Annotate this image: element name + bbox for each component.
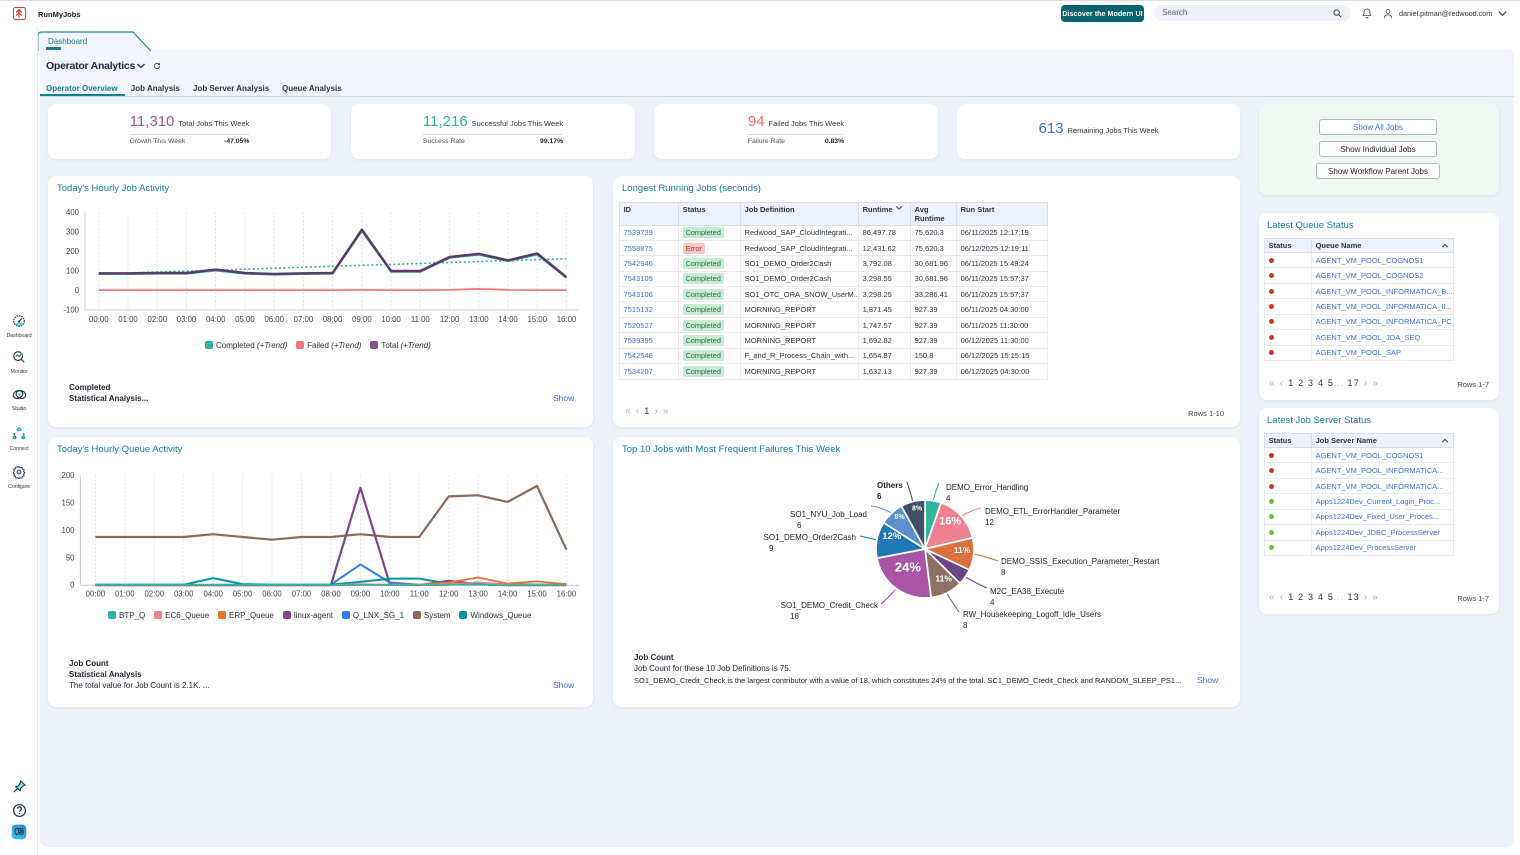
svg-text:01:00: 01:00 <box>115 590 135 599</box>
svg-text:4: 4 <box>990 598 995 607</box>
svg-text:11%: 11% <box>954 545 971 555</box>
svg-text:05:00: 05:00 <box>233 590 253 599</box>
svg-text:02:00: 02:00 <box>148 315 168 324</box>
svg-text:4: 4 <box>946 494 951 503</box>
svg-text:0: 0 <box>75 286 80 295</box>
svg-text:14:00: 14:00 <box>498 590 518 599</box>
svg-text:11:00: 11:00 <box>411 315 431 324</box>
svg-text:M2C_EA38_Execute: M2C_EA38_Execute <box>990 587 1065 596</box>
svg-text:15:00: 15:00 <box>527 590 547 599</box>
svg-text:03:00: 03:00 <box>174 590 194 599</box>
svg-text:01:00: 01:00 <box>118 315 138 324</box>
svg-text:DEMO_SSIS_Execution_Parameter_: DEMO_SSIS_Execution_Parameter_Restart <box>1001 557 1160 566</box>
svg-text:150: 150 <box>61 499 75 508</box>
svg-text:08:00: 08:00 <box>321 590 341 599</box>
svg-text:02:00: 02:00 <box>145 590 165 599</box>
svg-text:9: 9 <box>769 544 774 553</box>
svg-text:Others: Others <box>877 481 903 490</box>
svg-text:50: 50 <box>66 553 75 562</box>
svg-text:DEMO_ETL_ErrorHandler_Paramete: DEMO_ETL_ErrorHandler_Parameter <box>985 507 1120 516</box>
svg-text:12: 12 <box>985 518 994 527</box>
svg-text:6: 6 <box>797 521 802 530</box>
svg-text:SO1_NYU_Job_Load: SO1_NYU_Job_Load <box>790 510 867 519</box>
svg-text:05:00: 05:00 <box>235 315 255 324</box>
svg-text:DEMO_Error_Handling: DEMO_Error_Handling <box>946 483 1028 492</box>
svg-text:24%: 24% <box>895 560 921 575</box>
svg-text:09:00: 09:00 <box>352 315 372 324</box>
svg-text:SO1_DEMO_Order2Cash: SO1_DEMO_Order2Cash <box>764 533 856 542</box>
svg-text:04:00: 04:00 <box>203 590 223 599</box>
svg-text:18: 18 <box>790 612 799 621</box>
svg-text:8%: 8% <box>895 514 906 521</box>
svg-text:11%: 11% <box>935 573 952 583</box>
svg-text:12:00: 12:00 <box>439 590 459 599</box>
svg-text:-100: -100 <box>63 306 79 315</box>
svg-text:13:00: 13:00 <box>469 315 489 324</box>
svg-text:13:00: 13:00 <box>468 590 488 599</box>
svg-text:400: 400 <box>66 208 80 217</box>
svg-text:06:00: 06:00 <box>264 315 284 324</box>
svg-text:09:00: 09:00 <box>351 590 371 599</box>
svg-text:14:00: 14:00 <box>498 315 518 324</box>
svg-text:6: 6 <box>877 492 882 501</box>
svg-text:04:00: 04:00 <box>206 315 226 324</box>
svg-text:0: 0 <box>70 581 75 590</box>
svg-text:15:00: 15:00 <box>527 315 547 324</box>
svg-text:200: 200 <box>66 247 80 256</box>
svg-text:11:00: 11:00 <box>410 590 430 599</box>
svg-text:8%: 8% <box>912 506 923 513</box>
svg-text:07:00: 07:00 <box>294 315 314 324</box>
svg-text:100: 100 <box>66 267 80 276</box>
svg-text:00:00: 00:00 <box>86 590 106 599</box>
svg-text:00:00: 00:00 <box>89 315 109 324</box>
svg-text:07:00: 07:00 <box>292 590 312 599</box>
svg-text:16%: 16% <box>939 516 961 528</box>
svg-text:16:00: 16:00 <box>557 315 577 324</box>
svg-text:10:00: 10:00 <box>380 590 400 599</box>
svg-text:10:00: 10:00 <box>381 315 401 324</box>
svg-text:03:00: 03:00 <box>177 315 197 324</box>
svg-text:12:00: 12:00 <box>440 315 460 324</box>
svg-text:08:00: 08:00 <box>323 315 343 324</box>
svg-text:RW_Housekeeping_Logoff_Idle_Us: RW_Housekeeping_Logoff_Idle_Users <box>963 610 1101 619</box>
svg-text:200: 200 <box>61 471 75 480</box>
svg-text:16:00: 16:00 <box>557 590 577 599</box>
svg-text:100: 100 <box>61 526 75 535</box>
svg-text:8: 8 <box>963 621 968 630</box>
svg-text:06:00: 06:00 <box>262 590 282 599</box>
svg-text:8: 8 <box>1001 568 1006 577</box>
svg-text:SO1_DEMO_Credit_Check: SO1_DEMO_Credit_Check <box>781 601 879 610</box>
svg-text:12%: 12% <box>882 531 902 542</box>
svg-text:300: 300 <box>66 228 80 237</box>
